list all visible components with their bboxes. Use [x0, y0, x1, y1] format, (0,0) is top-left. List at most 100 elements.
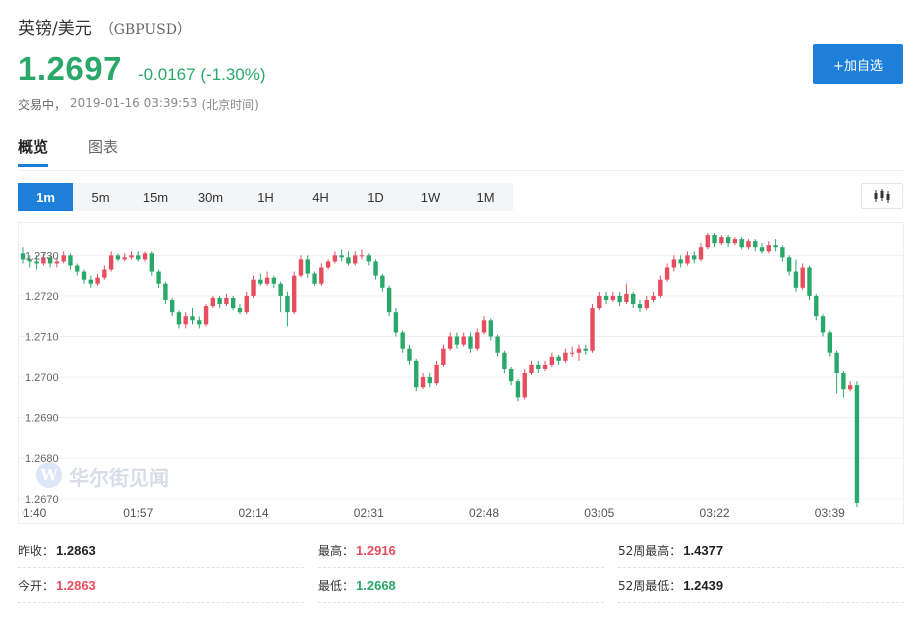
candle [441, 344, 446, 367]
candle-body [610, 295, 616, 300]
x-tick-label: 02:48 [469, 506, 499, 520]
price-change: -0.0167 (-1.30%) [137, 65, 266, 84]
candle-body [569, 352, 575, 354]
candle [651, 291, 656, 303]
period-1mo[interactable]: 1M [458, 183, 513, 211]
candle-body [81, 271, 87, 280]
chart-grid [19, 254, 905, 500]
period-1h[interactable]: 1H [238, 183, 293, 211]
candle-body [393, 312, 399, 333]
candle [590, 304, 595, 353]
candle-body [563, 352, 568, 361]
candle-body [786, 257, 792, 272]
candle [237, 304, 243, 315]
stat-52w-high-value: 1.4377 [683, 543, 724, 558]
candle [88, 275, 93, 288]
candle-body [542, 364, 548, 369]
candle-body [820, 316, 826, 333]
candle-body [115, 255, 121, 260]
chart-type-button[interactable] [861, 183, 903, 209]
candle-body [732, 239, 738, 244]
candle [332, 251, 338, 264]
period-1m[interactable]: 1m [18, 183, 73, 211]
period-30m[interactable]: 30m [183, 183, 238, 211]
candle-body [644, 299, 649, 309]
x-tick-label: 03:22 [700, 506, 730, 520]
candle-body [508, 368, 514, 382]
y-tick-label: 1.2730 [25, 250, 59, 262]
candle [719, 235, 724, 246]
candle-body [230, 297, 236, 309]
period-1d[interactable]: 1D [348, 183, 403, 211]
candle [244, 291, 249, 315]
candle [102, 265, 107, 280]
candle-body [163, 283, 168, 300]
period-1w[interactable]: 1W [403, 183, 458, 211]
period-5m[interactable]: 5m [73, 183, 128, 211]
instrument-name: 英镑/美元 [18, 19, 92, 39]
stat-52w-high-label: 52周最高： [618, 544, 682, 558]
candle [312, 271, 317, 286]
stat-prev-close: 昨收： 1.2863 [18, 534, 304, 568]
candle-body [793, 271, 799, 288]
candle [319, 263, 324, 286]
tab-chart[interactable]: 图表 [88, 136, 118, 167]
candle [644, 295, 649, 311]
candle [414, 358, 419, 392]
candle-body [129, 255, 134, 258]
candle-body [136, 255, 141, 260]
tab-bar: 概览 图表 [18, 136, 118, 167]
candle [529, 360, 534, 376]
candle [427, 373, 432, 388]
instrument-title: 英镑/美元 （GBPUSD） [18, 14, 191, 39]
candle [603, 291, 609, 305]
price-chart[interactable]: W 华尔街见闻 1.2670 1.2680 1.2690 1.2700 1.2710 1.… [18, 222, 905, 524]
candle [569, 346, 575, 357]
period-15m[interactable]: 15m [128, 183, 183, 211]
stat-52w-low: 52周最低： 1.2439 [618, 569, 904, 603]
x-tick-label: 1:40 [23, 506, 47, 520]
candle-body [169, 299, 175, 313]
candle-body [481, 320, 487, 333]
candle-body [292, 275, 297, 313]
candle [854, 381, 860, 507]
candle-body [576, 348, 582, 353]
candle [305, 255, 310, 278]
candle-body [705, 235, 710, 248]
y-tick-label: 1.2680 [25, 453, 59, 465]
stat-open-label: 今开： [18, 579, 55, 593]
candle-body [651, 295, 656, 300]
candle-body [407, 348, 412, 361]
candle [725, 235, 731, 248]
x-tick-label: 03:39 [815, 506, 845, 520]
candle [807, 265, 812, 300]
y-tick-label: 1.2700 [25, 372, 59, 384]
candle [597, 291, 602, 311]
candle [447, 332, 453, 351]
candle [766, 241, 771, 254]
watermark-text: 华尔街见闻 [69, 466, 169, 490]
candle-body [854, 385, 860, 503]
candle [380, 273, 385, 292]
candle [773, 239, 778, 252]
candle-body [75, 265, 80, 272]
candle-body [339, 255, 344, 258]
add-to-watchlist-button[interactable]: +加自选 [813, 44, 903, 84]
candle-body [753, 241, 758, 248]
candle [712, 233, 717, 248]
candle-body [373, 261, 378, 276]
candle-body [780, 247, 785, 258]
candle-body [597, 295, 602, 309]
candle-body [278, 283, 283, 296]
period-4h[interactable]: 4H [293, 183, 348, 211]
candle-body [536, 364, 541, 369]
tab-overview[interactable]: 概览 [18, 136, 49, 167]
candle [576, 344, 582, 361]
stat-low-value: 1.2668 [356, 578, 396, 593]
candle-body [475, 332, 480, 349]
candle-body [624, 293, 629, 303]
candle-body [244, 295, 249, 313]
stat-prev-close-value: 1.2863 [56, 543, 96, 558]
candle [793, 259, 799, 292]
y-tick-label: 1.2720 [25, 291, 59, 303]
